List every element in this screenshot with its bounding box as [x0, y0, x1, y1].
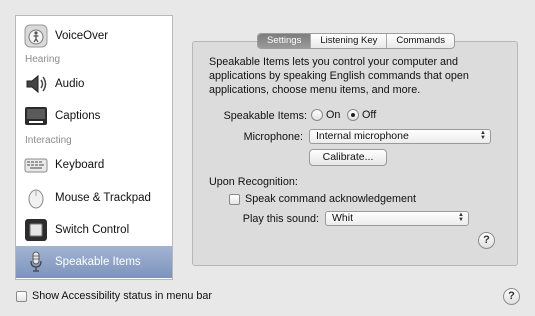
- microphone-value: Internal microphone: [316, 130, 409, 142]
- play-sound-label: Play this sound:: [242, 213, 319, 225]
- sidebar-item-mouse-trackpad[interactable]: Mouse & Trackpad: [16, 182, 172, 214]
- help-button[interactable]: ?: [478, 232, 495, 249]
- microphone-popup[interactable]: Internal microphone ▲ ▼: [309, 129, 491, 144]
- sidebar-item-keyboard[interactable]: Keyboard: [16, 149, 172, 181]
- show-status-label: Show Accessibility status in menu bar: [32, 290, 213, 302]
- radio-off[interactable]: Off: [347, 109, 376, 121]
- radio-on-indicator: [311, 109, 323, 121]
- sidebar-item-label: Switch Control: [55, 224, 130, 236]
- speaker-icon: [24, 72, 48, 96]
- microphone-label: Microphone:: [243, 131, 303, 143]
- sidebar-item-label: VoiceOver: [55, 30, 109, 42]
- description-text: Speakable Items lets you control your co…: [209, 56, 469, 96]
- switch-icon: [24, 218, 48, 242]
- checkbox-box: [16, 290, 27, 302]
- section-header-hearing: Hearing: [25, 54, 61, 65]
- sidebar-item-label: Keyboard: [55, 159, 105, 171]
- mouse-icon: [24, 186, 48, 210]
- captions-icon: [24, 104, 48, 128]
- keyboard-icon: [24, 153, 48, 177]
- voiceover-icon: [24, 24, 48, 48]
- tab-bar: Settings Listening Key Commands: [257, 33, 455, 49]
- play-sound-popup[interactable]: Whit ▲ ▼: [325, 211, 469, 226]
- radio-on[interactable]: On: [311, 109, 340, 121]
- tab-listening-key[interactable]: Listening Key: [311, 34, 388, 48]
- play-sound-value: Whit: [332, 212, 353, 224]
- popup-arrows-icon: ▲ ▼: [480, 130, 486, 141]
- upon-recognition-label: Upon Recognition:: [209, 176, 298, 188]
- show-status-checkbox[interactable]: Show Accessibility status in menu bar: [16, 290, 212, 302]
- sidebar: VoiceOver Hearing Audio Captions Interac…: [15, 15, 173, 280]
- speak-ack-checkbox[interactable]: Speak command acknowledgement: [229, 193, 416, 205]
- speakable-items-label: Speakable Items:: [223, 110, 307, 122]
- tab-commands[interactable]: Commands: [387, 34, 454, 48]
- speak-ack-label: Speak command acknowledgement: [245, 193, 417, 205]
- sidebar-item-label: Audio: [55, 78, 85, 90]
- radio-off-label: Off: [362, 109, 377, 121]
- sidebar-item-label: Mouse & Trackpad: [55, 192, 151, 204]
- sidebar-item-label: Captions: [55, 110, 101, 122]
- sidebar-item-captions[interactable]: Captions: [16, 100, 172, 132]
- popup-arrows-icon: ▲ ▼: [458, 212, 464, 223]
- sidebar-item-audio[interactable]: Audio: [16, 68, 172, 100]
- window-help-button[interactable]: ?: [503, 288, 520, 305]
- radio-on-label: On: [326, 109, 341, 121]
- section-header-interacting: Interacting: [25, 135, 72, 146]
- sidebar-item-switch-control[interactable]: Switch Control: [16, 214, 172, 246]
- radio-off-indicator: [347, 109, 359, 121]
- checkbox-box: [229, 193, 240, 205]
- tab-settings[interactable]: Settings: [258, 34, 312, 48]
- sidebar-item-label: Speakable Items: [55, 256, 141, 268]
- sidebar-item-voiceover[interactable]: VoiceOver: [16, 20, 172, 52]
- sidebar-item-speakable-items[interactable]: Speakable Items: [16, 246, 172, 278]
- settings-panel: Speakable Items lets you control your co…: [192, 41, 518, 266]
- microphone-icon: [24, 250, 48, 274]
- calibrate-button[interactable]: Calibrate...: [309, 149, 387, 166]
